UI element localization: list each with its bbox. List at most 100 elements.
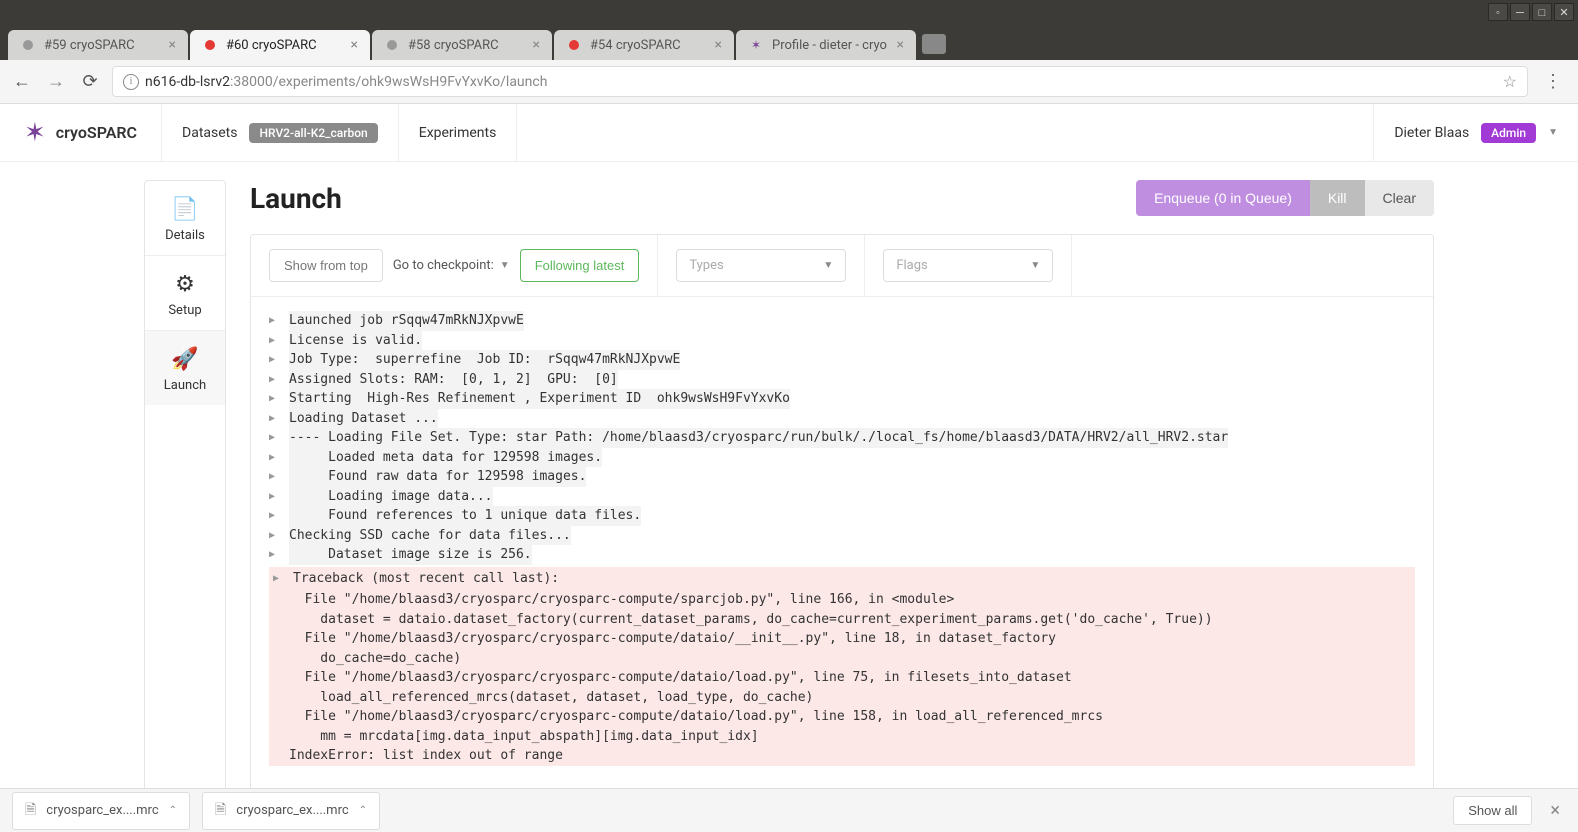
browser-tab[interactable]: ✶ Profile - dieter - cryo × xyxy=(736,30,916,60)
sidebar: 📄 Details ⚙ Setup 🚀 Launch xyxy=(144,180,226,792)
tab-close-icon[interactable]: × xyxy=(715,37,722,53)
tab-title: #60 cryoSPARC xyxy=(226,38,343,53)
expand-toggle-icon[interactable]: ▶ xyxy=(269,467,279,484)
flags-placeholder: Flags xyxy=(896,258,927,273)
tab-title: #58 cryoSPARC xyxy=(408,38,525,53)
log-line: ▶License is valid. xyxy=(269,331,1415,351)
log-text: Dataset image size is 256. xyxy=(289,545,532,565)
expand-toggle-icon[interactable]: ▶ xyxy=(269,409,279,426)
log-line: ▶ Loaded meta data for 129598 images. xyxy=(269,448,1415,468)
nav-datasets-label: Datasets xyxy=(182,125,237,141)
window-close-button[interactable]: ✕ xyxy=(1554,3,1574,21)
file-icon: 🗎 xyxy=(215,799,226,823)
log-line: ▶ Dataset image size is 256. xyxy=(269,545,1415,565)
chevron-up-icon[interactable]: ⌃ xyxy=(359,805,367,816)
page-viewport[interactable]: ✶ cryoSPARC Datasets HRV2-all-K2_carbon … xyxy=(0,104,1578,792)
expand-toggle-icon[interactable]: ▶ xyxy=(269,526,279,543)
expand-toggle-icon[interactable]: ▶ xyxy=(269,448,279,465)
download-filename: cryosparc_ex....mrc xyxy=(46,803,158,818)
window-titlebar: ◦ ─ □ ✕ xyxy=(0,0,1578,24)
log-text: Loading Dataset ... xyxy=(289,409,438,429)
enqueue-button[interactable]: Enqueue (0 in Queue) xyxy=(1136,180,1310,216)
tab-close-icon[interactable]: × xyxy=(169,37,176,53)
expand-toggle-icon[interactable]: ▶ xyxy=(269,311,279,328)
sidebar-item-details[interactable]: 📄 Details xyxy=(145,181,225,256)
log-line: ▶ Assigned Slots: RAM: [0, 1, 2] GPU: [0] xyxy=(269,370,1415,390)
browser-tab[interactable]: #58 cryoSPARC × xyxy=(372,30,552,60)
nav-reload-button[interactable]: ⟳ xyxy=(78,70,102,94)
url-text: n616-db-lsrv2:38000/experiments/ohk9wsWs… xyxy=(145,74,1497,90)
download-item[interactable]: 🗎 cryosparc_ex....mrc ⌃ xyxy=(202,792,380,830)
goto-checkpoint-dropdown[interactable]: Go to checkpoint: ▼ xyxy=(393,258,510,273)
new-tab-button[interactable] xyxy=(922,34,946,54)
tab-indicator-icon xyxy=(384,37,400,53)
traceback-body: File "/home/blaasd3/cryosparc/cryosparc-… xyxy=(269,590,1415,766)
nav-back-button[interactable]: ← xyxy=(10,70,34,94)
window-maximize-button[interactable]: □ xyxy=(1532,3,1552,21)
tab-close-icon[interactable]: × xyxy=(533,37,540,53)
window-minimize-button[interactable]: ─ xyxy=(1510,3,1530,21)
bookmark-star-icon[interactable]: ☆ xyxy=(1503,72,1517,91)
flags-dropdown[interactable]: Flags ▼ xyxy=(883,249,1053,282)
expand-toggle-icon[interactable]: ▶ xyxy=(273,569,283,586)
nav-experiments[interactable]: Experiments xyxy=(399,104,518,161)
tab-title: #59 cryoSPARC xyxy=(44,38,161,53)
browser-tab-active[interactable]: #60 cryoSPARC × xyxy=(190,30,370,60)
log-error-line: ▶ Traceback (most recent call last): xyxy=(269,567,1415,591)
document-icon: 📄 xyxy=(171,197,198,222)
log-text: Loading image data... xyxy=(289,487,493,507)
log-line: ▶Checking SSD cache for data files... xyxy=(269,526,1415,546)
browser-tab-strip: #59 cryoSPARC × #60 cryoSPARC × #58 cryo… xyxy=(0,24,1578,60)
site-info-icon[interactable]: i xyxy=(123,74,139,90)
caret-down-icon: ▼ xyxy=(1548,127,1558,138)
tab-close-icon[interactable]: × xyxy=(897,37,904,53)
browser-tab[interactable]: #54 cryoSPARC × xyxy=(554,30,734,60)
log-text: Launched job rSqqw47mRkNJXpvwE xyxy=(289,311,524,331)
download-item[interactable]: 🗎 cryosparc_ex....mrc ⌃ xyxy=(12,792,190,830)
log-text: Traceback (most recent call last): xyxy=(293,569,559,589)
expand-toggle-icon[interactable]: ▶ xyxy=(269,350,279,367)
expand-toggle-icon[interactable]: ▶ xyxy=(269,331,279,348)
log-output: ▶ Launched job rSqqw47mRkNJXpvwE▶License … xyxy=(251,297,1433,780)
goto-checkpoint-label: Go to checkpoint: xyxy=(393,258,494,273)
kill-button[interactable]: Kill xyxy=(1310,180,1365,216)
show-from-top-button[interactable]: Show from top xyxy=(269,249,383,282)
tab-indicator-icon xyxy=(20,37,36,53)
chevron-up-icon[interactable]: ⌃ xyxy=(169,805,177,816)
log-text: Job Type: superrefine Job ID: rSqqw47mRk… xyxy=(289,350,680,370)
browser-tab[interactable]: #59 cryoSPARC × xyxy=(8,30,188,60)
log-text: ---- Loading File Set. Type: star Path: … xyxy=(289,428,1228,448)
log-line: ▶ Launched job rSqqw47mRkNJXpvwE xyxy=(269,311,1415,331)
sidebar-item-launch[interactable]: 🚀 Launch xyxy=(145,331,225,405)
nav-datasets[interactable]: Datasets HRV2-all-K2_carbon xyxy=(162,104,399,161)
browser-menu-icon[interactable]: ⋮ xyxy=(1538,71,1568,92)
dataset-badge: HRV2-all-K2_carbon xyxy=(249,123,377,143)
url-bar[interactable]: i n616-db-lsrv2:38000/experiments/ohk9ws… xyxy=(112,66,1528,97)
tab-title: #54 cryoSPARC xyxy=(590,38,707,53)
sidebar-item-setup[interactable]: ⚙ Setup xyxy=(145,256,225,331)
types-dropdown[interactable]: Types ▼ xyxy=(676,249,846,282)
following-latest-button[interactable]: Following latest xyxy=(520,249,640,282)
show-all-button[interactable]: Show all xyxy=(1453,796,1532,825)
admin-badge: Admin xyxy=(1481,123,1536,143)
expand-toggle-icon[interactable]: ▶ xyxy=(269,428,279,445)
brand-logo[interactable]: ✶ cryoSPARC xyxy=(0,104,162,161)
window-user-icon[interactable]: ◦ xyxy=(1488,3,1508,21)
expand-toggle-icon[interactable]: ▶ xyxy=(269,370,279,387)
sidebar-item-label: Launch xyxy=(164,378,206,393)
user-menu[interactable]: Dieter Blaas Admin ▼ xyxy=(1373,104,1578,161)
tab-close-icon[interactable]: × xyxy=(351,37,358,53)
log-text: Assigned Slots: RAM: [0, 1, 2] GPU: [0] xyxy=(289,370,618,390)
downloads-close-icon[interactable]: × xyxy=(1544,800,1566,821)
nav-forward-button[interactable]: → xyxy=(44,70,68,94)
log-line: ▶ Found raw data for 129598 images. xyxy=(269,467,1415,487)
log-line: ▶ Job Type: superrefine Job ID: rSqqw47mR… xyxy=(269,350,1415,370)
caret-down-icon: ▼ xyxy=(1030,260,1040,271)
log-panel: Show from top Go to checkpoint: ▼ Follow… xyxy=(250,234,1434,792)
expand-toggle-icon[interactable]: ▶ xyxy=(269,389,279,406)
sidebar-item-label: Details xyxy=(165,228,205,243)
expand-toggle-icon[interactable]: ▶ xyxy=(269,506,279,523)
expand-toggle-icon[interactable]: ▶ xyxy=(269,545,279,562)
expand-toggle-icon[interactable]: ▶ xyxy=(269,487,279,504)
clear-button[interactable]: Clear xyxy=(1365,180,1434,216)
